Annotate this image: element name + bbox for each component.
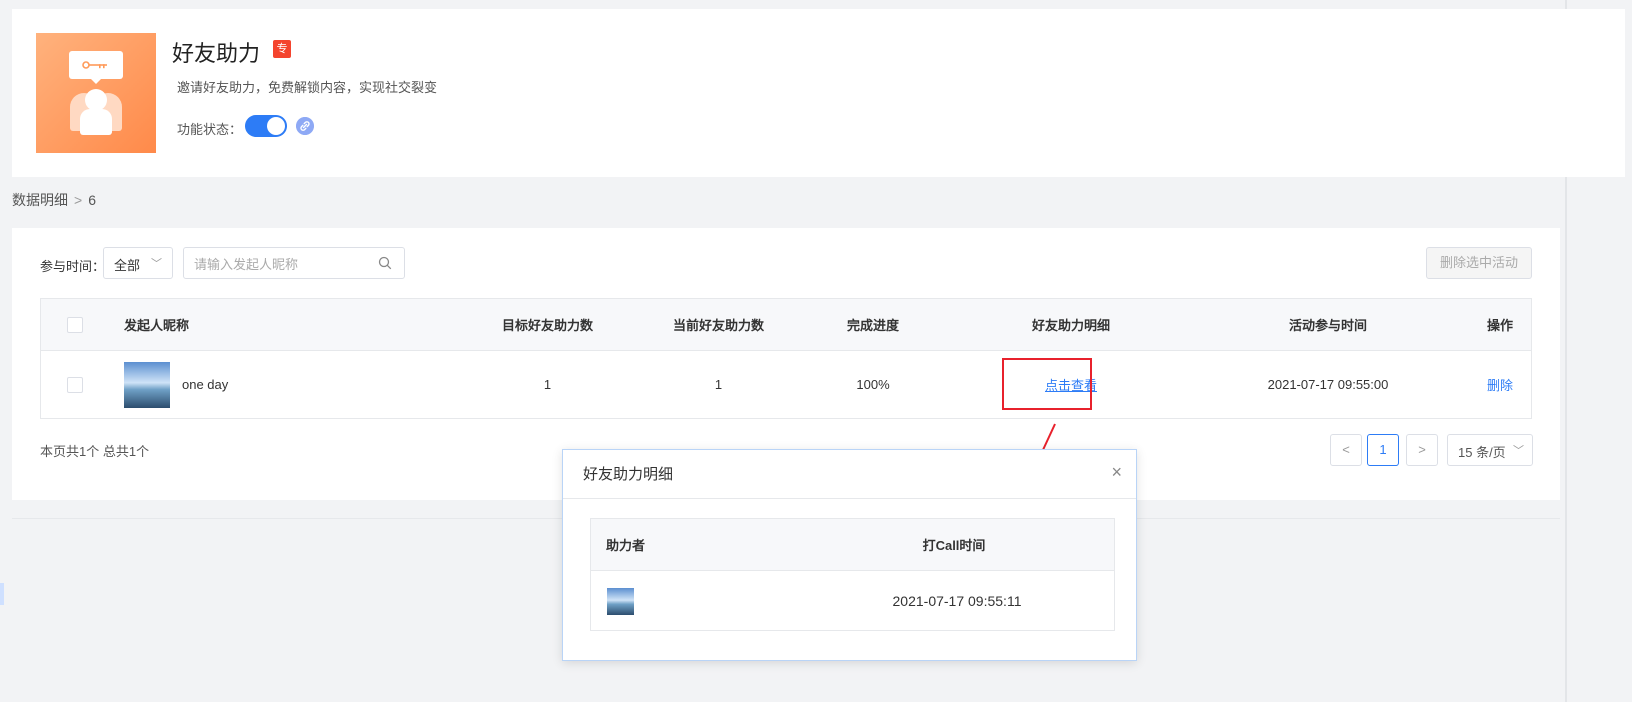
close-icon[interactable]: × — [1111, 462, 1122, 483]
next-page-button[interactable]: > — [1406, 434, 1438, 466]
col-detail: 好友助力明细 — [1031, 318, 1110, 333]
feature-description: 邀请好友助力，免费解锁内容，实现社交裂变 — [177, 80, 438, 95]
breadcrumb-separator: > — [74, 192, 83, 208]
page-size-select[interactable]: 15 条/页 ﹀ — [1447, 434, 1533, 466]
table-row: one day 1 1 100% 点击查看 2021-07-17 09:55:0… — [41, 351, 1531, 418]
delete-selected-button[interactable]: 删除选中活动 — [1426, 247, 1532, 279]
page-title: 好友助力 — [172, 41, 261, 66]
current-count-cell: 1 — [714, 377, 723, 392]
progress-cell: 100% — [856, 377, 890, 392]
feature-illustration — [36, 33, 156, 153]
breadcrumb-current: 6 — [88, 192, 96, 208]
nickname-search-input[interactable] — [194, 254, 374, 274]
avatar — [607, 587, 634, 615]
breadcrumb-parent[interactable]: 数据明细 — [12, 192, 68, 208]
helper-table: 助力者 打Call时间 2021-07-17 09:55:11 — [590, 518, 1115, 631]
col-call-time: 打Call时间 — [922, 538, 986, 553]
prev-page-button[interactable]: < — [1330, 434, 1362, 466]
chevron-down-icon: ﹀ — [151, 258, 162, 270]
time-filter-select[interactable]: 全部 ﹀ — [103, 247, 173, 279]
col-nickname: 发起人昵称 — [124, 318, 190, 333]
col-target-count: 目标好友助力数 — [501, 318, 593, 333]
left-edge-marker — [0, 583, 4, 605]
col-current-count: 当前好友助力数 — [672, 318, 764, 333]
nickname-cell: one day — [182, 377, 229, 392]
table-row: 2021-07-17 09:55:11 — [591, 571, 1114, 631]
select-all-checkbox[interactable] — [67, 316, 83, 333]
helper-detail-modal: 好友助力明细 × 助力者 打Call时间 2021-07-17 09:55:11 — [562, 449, 1137, 661]
breadcrumb: 数据明细 >6 — [12, 190, 96, 210]
helper-table-header: 助力者 打Call时间 — [591, 519, 1114, 571]
avatar — [124, 361, 170, 408]
time-filter-value: 全部 — [114, 258, 141, 273]
activity-table: 发起人昵称 目标好友助力数 当前好友助力数 完成进度 好友助力明细 活动参与时间… — [40, 298, 1532, 419]
person-body-icon — [80, 109, 112, 135]
pro-badge: 专 — [273, 40, 291, 58]
join-time-cell: 2021-07-17 09:55:00 — [1267, 377, 1389, 392]
link-icon[interactable] — [296, 117, 314, 135]
col-join-time: 活动参与时间 — [1288, 318, 1367, 333]
page-size-value: 15 条/页 — [1458, 445, 1506, 460]
avatar-cell — [124, 351, 170, 418]
highlight-annotation-box — [1002, 358, 1092, 410]
target-count-cell: 1 — [543, 377, 552, 392]
modal-divider — [563, 498, 1136, 499]
select-all-cell — [67, 299, 83, 350]
person-head-icon — [85, 89, 107, 111]
col-progress: 完成进度 — [846, 318, 899, 333]
toggle-knob — [267, 117, 285, 135]
delete-row-link[interactable]: 删除 — [1487, 375, 1513, 394]
key-icon — [82, 61, 107, 69]
nickname-search-box[interactable] — [183, 247, 405, 279]
chevron-down-icon: ﹀ — [1513, 445, 1524, 457]
status-label: 功能状态： — [177, 122, 243, 137]
row-select-cell — [67, 351, 83, 418]
search-icon[interactable] — [378, 256, 392, 270]
col-action: 操作 — [1487, 318, 1514, 333]
feature-header-card: 好友助力 专 邀请好友助力，免费解锁内容，实现社交裂变 功能状态： — [12, 9, 1625, 177]
call-time-cell: 2021-07-17 09:55:11 — [892, 593, 1022, 609]
action-cell: 删除 — [1487, 351, 1513, 418]
helper-avatar-cell — [607, 571, 634, 631]
table-header: 发起人昵称 目标好友助力数 当前好友助力数 完成进度 好友助力明细 活动参与时间… — [41, 299, 1531, 351]
modal-title: 好友助力明细 — [583, 466, 674, 483]
col-helper: 助力者 — [606, 538, 646, 553]
row-checkbox[interactable] — [67, 376, 83, 393]
pagination-info: 本页共1个 总共1个 — [40, 444, 150, 459]
page-1-button[interactable]: 1 — [1367, 434, 1399, 466]
time-filter-label: 参与时间： — [40, 259, 106, 274]
status-toggle[interactable] — [245, 115, 287, 137]
